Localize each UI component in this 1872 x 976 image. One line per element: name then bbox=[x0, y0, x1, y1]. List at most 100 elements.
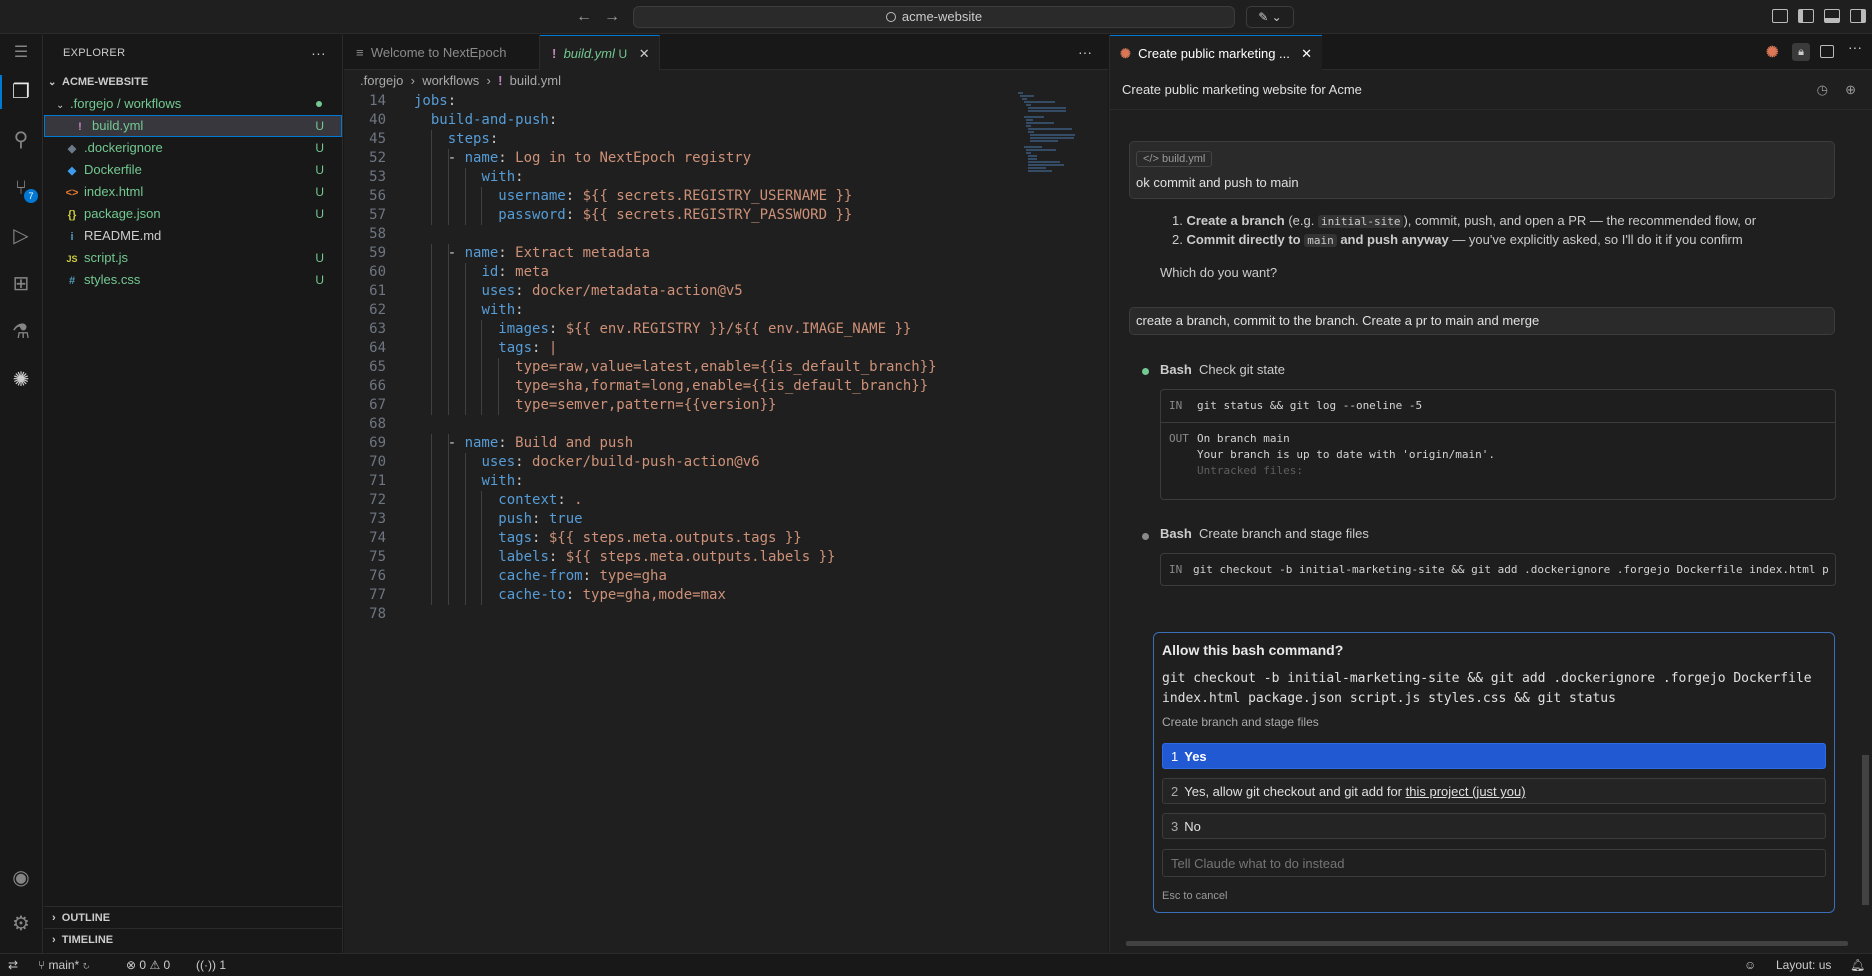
folder-forgejo-workflows[interactable]: ⌄ .forgejo / workflows bbox=[44, 93, 342, 115]
tab-welcome[interactable]: ≡ Welcome to NextEpoch bbox=[344, 35, 540, 70]
branch-indicator[interactable]: ⑂ main* ↻ bbox=[38, 954, 90, 976]
search-icon[interactable]: ⚲ bbox=[8, 127, 34, 153]
close-icon[interactable]: ✕ bbox=[1301, 36, 1312, 71]
settings-gear-icon[interactable]: ⚙ bbox=[8, 911, 34, 937]
run-debug-icon[interactable]: ▷ bbox=[8, 223, 34, 249]
line-number: 66 bbox=[369, 378, 386, 394]
file-label: styles.css bbox=[84, 272, 141, 287]
close-icon[interactable]: ✕ bbox=[639, 46, 650, 61]
toggle-primary-sidebar-icon[interactable] bbox=[1798, 9, 1814, 23]
more-actions-icon[interactable]: ··· bbox=[311, 35, 326, 71]
minimap-line bbox=[1024, 101, 1055, 103]
minimap-line bbox=[1020, 95, 1034, 97]
history-icon[interactable]: ◷ bbox=[1817, 70, 1828, 110]
tool-io-box: IN git status && git log --oneline -5 OUT… bbox=[1160, 389, 1836, 500]
source-control-badge: 7 bbox=[24, 189, 38, 203]
vertical-scrollbar[interactable] bbox=[1862, 755, 1869, 905]
yaml-key: steps bbox=[447, 131, 490, 147]
keyboard-layout[interactable]: Layout: us bbox=[1776, 954, 1831, 976]
problems-indicator[interactable]: ⊗ 0 ⚠ 0 bbox=[126, 954, 170, 976]
source-control-icon[interactable]: ⑂ 7 bbox=[8, 175, 38, 203]
option-no[interactable]: 3 No bbox=[1162, 813, 1826, 839]
split-editor-icon[interactable] bbox=[1820, 45, 1834, 58]
file-index-html[interactable]: <> index.html U bbox=[44, 181, 342, 203]
testing-icon[interactable]: ⚗ bbox=[8, 319, 34, 345]
file-styles-css[interactable]: # styles.css U bbox=[44, 269, 342, 291]
indent-guide bbox=[481, 491, 483, 510]
file-chip[interactable]: </> build.yml bbox=[1136, 151, 1213, 167]
tool-header[interactable]: Bash Create branch and stage files bbox=[1160, 526, 1369, 541]
menu-icon[interactable]: ☰ bbox=[8, 40, 34, 66]
minimap-line bbox=[1028, 164, 1064, 166]
separator: : bbox=[498, 150, 516, 166]
code-line: 77 cache-to: type=gha,mode=max bbox=[344, 586, 1034, 605]
scope-link[interactable]: this project (just you) bbox=[1406, 784, 1526, 799]
toggle-panel-icon[interactable] bbox=[1824, 9, 1840, 23]
minimap-line bbox=[1026, 149, 1056, 151]
new-chat-icon[interactable]: ⊕ bbox=[1845, 70, 1856, 110]
line-number: 56 bbox=[369, 188, 386, 204]
extensions-icon[interactable]: ⊞ bbox=[8, 271, 34, 297]
forward-button[interactable]: → bbox=[602, 7, 622, 27]
file-readme-md[interactable]: i README.md bbox=[44, 225, 342, 247]
minimap[interactable] bbox=[1018, 92, 1100, 252]
breadcrumb-item[interactable]: build.yml bbox=[510, 73, 561, 88]
file-dockerfile[interactable]: ◆ Dockerfile U bbox=[44, 159, 342, 181]
option-yes[interactable]: 1 Yes bbox=[1162, 743, 1826, 769]
file-dockerignore[interactable]: ◆ .dockerignore U bbox=[44, 137, 342, 159]
chat-tab[interactable]: ✺ Create public marketing ... ✕ bbox=[1110, 35, 1322, 70]
separator: : bbox=[532, 340, 549, 356]
breadcrumb-item[interactable]: .forgejo bbox=[360, 73, 403, 88]
timeline-section[interactable]: › TIMELINE bbox=[44, 928, 343, 950]
tool-output-line: Your branch is up to date with 'origin/m… bbox=[1197, 448, 1496, 461]
remote-icon[interactable]: ⇄ bbox=[8, 954, 18, 976]
file-build-yml[interactable]: ! build.yml U bbox=[44, 115, 342, 137]
indent-guide bbox=[464, 358, 466, 377]
yaml-value: docker/metadata-action@v5 bbox=[532, 283, 743, 299]
arrow-left-icon: ← bbox=[576, 8, 592, 25]
command-center-search[interactable]: acme-website bbox=[633, 6, 1235, 28]
account-icon[interactable]: ◉ bbox=[8, 865, 34, 891]
claude-icon[interactable]: ✺ bbox=[1766, 43, 1779, 61]
back-button[interactable]: ← bbox=[574, 7, 594, 27]
file-package-json[interactable]: {} package.json U bbox=[44, 203, 342, 225]
yaml-value: type=gha bbox=[599, 568, 667, 584]
timeline-label: TIMELINE bbox=[61, 934, 114, 946]
editor-more-actions-icon[interactable]: ··· bbox=[1078, 35, 1092, 70]
indent-guide bbox=[464, 206, 466, 225]
lock-icon[interactable]: 🔒︎ bbox=[1792, 43, 1810, 61]
more-actions-icon[interactable]: ··· bbox=[1848, 39, 1862, 55]
option-yes-allow-project[interactable]: 2 Yes, allow git checkout and git add for… bbox=[1162, 778, 1826, 804]
tab-build-yml[interactable]: ! build.yml U ✕ bbox=[540, 35, 660, 70]
code-area[interactable]: 14 jobs: 40 build-and-push: 45 steps: 52 - n… bbox=[344, 92, 1034, 624]
yaml-key: username bbox=[498, 188, 566, 204]
ports-indicator[interactable]: ((·)) 1 bbox=[196, 954, 226, 976]
file-status: U bbox=[315, 207, 324, 221]
tab-label: build.yml bbox=[563, 46, 615, 61]
toggle-secondary-sidebar-icon[interactable] bbox=[1850, 9, 1866, 23]
file-script-js[interactable]: JS script.js U bbox=[44, 247, 342, 269]
editor-group: ≡ Welcome to NextEpoch ! build.yml U ✕ ·… bbox=[344, 35, 1108, 953]
chat-header: Create public marketing website for Acme… bbox=[1110, 70, 1872, 110]
customize-layout-icon[interactable] bbox=[1772, 9, 1788, 23]
explorer-icon[interactable]: ❐ bbox=[0, 75, 34, 109]
arrow-right-icon: → bbox=[604, 8, 620, 25]
breadcrumb-item[interactable]: workflows bbox=[422, 73, 479, 88]
indent-guide bbox=[430, 339, 432, 358]
claude-icon[interactable]: ✺ bbox=[8, 367, 34, 393]
minimap-line bbox=[1024, 116, 1044, 118]
notifications-bell-icon[interactable]: 🔔︎ bbox=[1850, 954, 1865, 976]
yaml-key: password bbox=[498, 207, 566, 223]
horizontal-scrollbar[interactable] bbox=[1126, 941, 1848, 946]
line-number: 52 bbox=[369, 150, 386, 166]
separator: : bbox=[489, 131, 499, 147]
copilot-status-icon[interactable]: ☺ bbox=[1744, 954, 1756, 976]
workspace-root[interactable]: ⌄ ACME-WEBSITE bbox=[44, 71, 342, 93]
yaml-value: meta bbox=[515, 264, 549, 280]
outline-section[interactable]: › OUTLINE bbox=[44, 906, 343, 928]
instead-input[interactable] bbox=[1162, 849, 1826, 877]
chat-toggle-button[interactable]: ✎ ⌄ bbox=[1246, 6, 1294, 28]
tool-header[interactable]: Bash Check git state bbox=[1160, 362, 1285, 377]
